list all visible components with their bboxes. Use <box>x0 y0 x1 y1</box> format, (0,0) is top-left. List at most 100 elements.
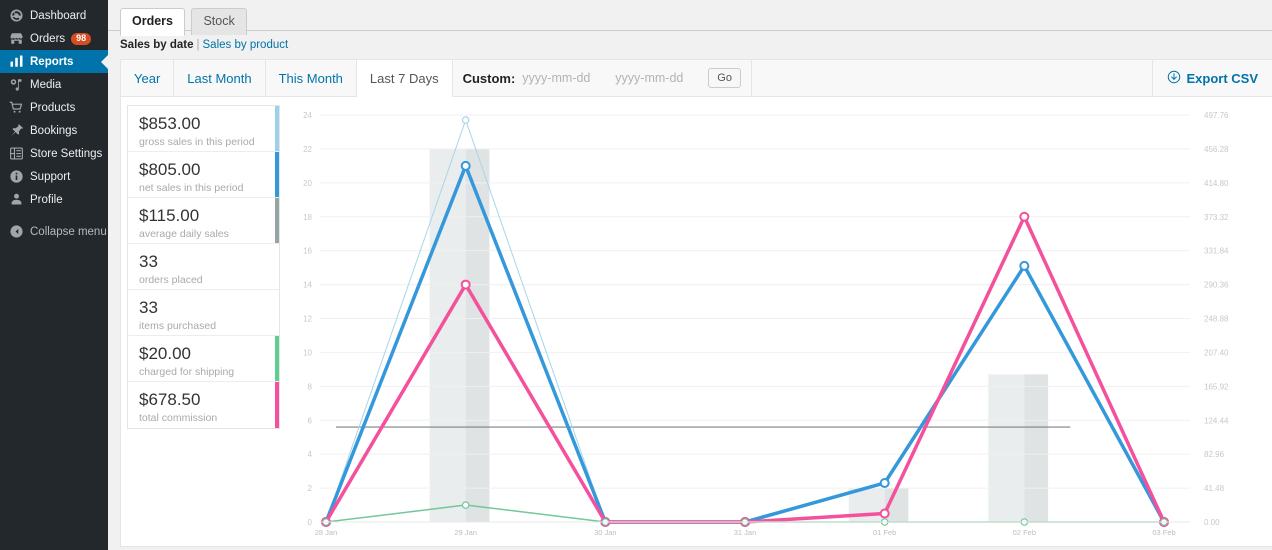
stat-item[interactable]: $20.00 charged for shipping <box>128 336 279 382</box>
sidebar-item-label: Orders <box>30 32 66 45</box>
x-axis-tick: 28 Jan <box>315 528 338 537</box>
chart-data-point <box>461 501 470 509</box>
sidebar-item-collapse-menu[interactable]: Collapse menu <box>0 220 108 243</box>
right-axis-tick: 331.84 <box>1204 247 1229 256</box>
subnav-link-sales-by-product[interactable]: Sales by product <box>203 39 289 51</box>
left-axis-tick: 8 <box>308 382 313 391</box>
chart-data-point <box>879 477 890 488</box>
app-root: Dashboard Orders 98 Reports Media Produc… <box>0 0 1272 550</box>
sales-summary-list: $853.00 gross sales in this period $805.00… <box>127 105 280 429</box>
chart-data-point <box>460 160 471 171</box>
x-axis-tick: 02 Feb <box>1013 528 1036 537</box>
sidebar-item-support[interactable]: Support <box>0 165 108 188</box>
right-axis-tick: 207.40 <box>1204 348 1229 357</box>
x-axis-tick: 29 Jan <box>454 528 477 537</box>
stat-label: gross sales in this period <box>139 135 255 148</box>
chart-bar-items <box>1024 374 1049 522</box>
admin-sidebar: Dashboard Orders 98 Reports Media Produc… <box>0 0 109 550</box>
sidebar-item-label: Support <box>30 170 71 183</box>
sidebar-item-label: Products <box>30 101 76 114</box>
stat-item[interactable]: $853.00 gross sales in this period <box>128 106 279 152</box>
page-tabs: Orders Stock <box>108 0 1272 36</box>
chart-bar-items <box>465 148 490 522</box>
sidebar-item-label: Reports <box>30 55 74 68</box>
tab-stock[interactable]: Stock <box>191 8 247 35</box>
date-filter-bar: Year Last Month This Month Last 7 Days C… <box>121 60 1272 97</box>
x-axis-tick: 03 Feb <box>1152 528 1175 537</box>
report-panel: Year Last Month This Month Last 7 Days C… <box>120 59 1272 547</box>
filter-year[interactable]: Year <box>121 60 175 96</box>
sidebar-item-orders[interactable]: Orders 98 <box>0 27 108 50</box>
custom-from-input[interactable] <box>522 71 609 85</box>
left-axis-tick: 4 <box>308 450 313 459</box>
sales-summary-column: $853.00 gross sales in this period $805.00… <box>121 97 286 546</box>
chart-bar-orders <box>988 374 1025 522</box>
main-content: Orders Stock Sales by date | Sales by prod… <box>108 0 1272 550</box>
filter-last-month[interactable]: Last Month <box>174 60 266 96</box>
stat-item[interactable]: $115.00 average daily sales <box>128 198 279 244</box>
pin-icon <box>8 123 24 139</box>
left-axis-tick: 16 <box>303 247 312 256</box>
stat-value: 33 <box>139 298 158 317</box>
download-circle-icon <box>1167 70 1181 87</box>
panel-body: $853.00 gross sales in this period $805.00… <box>121 97 1272 546</box>
tab-orders[interactable]: Orders <box>120 8 185 36</box>
chart-data-point <box>1019 211 1030 222</box>
chart-svg: 0 0.00 2 41.48 4 82.96 6 124.44 8 165.92 10 207.40 1… <box>303 111 1229 537</box>
stat-value: $853.00 <box>139 114 201 133</box>
stat-color-bar <box>275 336 279 381</box>
right-axis-tick: 456.28 <box>1204 145 1229 154</box>
stat-label: items purchased <box>139 319 217 332</box>
sidebar-item-label: Profile <box>30 193 63 206</box>
info-icon <box>8 169 24 185</box>
chart-data-point <box>461 116 470 124</box>
right-axis-tick: 124.44 <box>1204 416 1229 425</box>
right-axis-tick: 82.96 <box>1204 450 1225 459</box>
stat-item[interactable]: $678.50 total commission <box>128 382 279 428</box>
sidebar-item-dashboard[interactable]: Dashboard <box>0 4 108 27</box>
sidebar-item-profile[interactable]: Profile <box>0 188 108 211</box>
chart-bars-icon <box>8 54 24 70</box>
go-button[interactable]: Go <box>708 68 741 88</box>
media-icon <box>8 77 24 93</box>
chart-data-point <box>879 508 890 519</box>
sidebar-item-reports[interactable]: Reports <box>0 50 109 73</box>
stat-value: $20.00 <box>139 344 191 363</box>
custom-to-input[interactable] <box>615 71 702 85</box>
dashboard-icon <box>8 8 24 24</box>
sidebar-item-products[interactable]: Products <box>0 96 108 119</box>
left-axis-tick: 10 <box>303 348 312 357</box>
stat-label: total commission <box>139 411 218 424</box>
sales-chart-container: 0 0.00 2 41.48 4 82.96 6 124.44 8 165.92 10 207.40 1… <box>286 97 1272 546</box>
sales-chart[interactable]: 0 0.00 2 41.48 4 82.96 6 124.44 8 165.92 10 207.40 1… <box>286 97 1272 546</box>
stat-item[interactable]: 33 orders placed <box>128 244 279 290</box>
stat-color-bar <box>275 382 279 428</box>
sidebar-item-store-settings[interactable]: Store Settings <box>0 142 108 165</box>
right-axis-tick: 41.48 <box>1204 484 1225 493</box>
sidebar-item-media[interactable]: Media <box>0 73 108 96</box>
stat-label: charged for shipping <box>139 365 235 378</box>
filter-last-7-days[interactable]: Last 7 Days <box>356 60 453 97</box>
x-axis-tick: 31 Jan <box>734 528 757 537</box>
custom-range-group: Custom: Go <box>453 60 752 96</box>
left-axis-tick: 20 <box>303 179 312 188</box>
stat-item[interactable]: $805.00 net sales in this period <box>128 152 279 198</box>
sidebar-item-label: Collapse menu <box>30 225 107 238</box>
user-icon <box>8 192 24 208</box>
export-csv-label: Export CSV <box>1186 70 1258 86</box>
stat-color-bar <box>275 290 279 335</box>
left-axis-tick: 6 <box>308 416 313 425</box>
export-csv-button[interactable]: Export CSV <box>1153 60 1272 96</box>
sidebar-item-bookings[interactable]: Bookings <box>0 119 108 142</box>
left-axis-tick: 22 <box>303 145 312 154</box>
stat-value: 33 <box>139 252 158 271</box>
stat-color-bar <box>275 244 279 289</box>
filter-this-month[interactable]: This Month <box>266 60 357 96</box>
sidebar-item-label: Bookings <box>30 124 78 137</box>
custom-label: Custom: <box>462 70 516 86</box>
orders-badge: 98 <box>71 32 92 45</box>
stat-item[interactable]: 33 items purchased <box>128 290 279 336</box>
stat-label: orders placed <box>139 273 203 286</box>
sidebar-item-label: Media <box>30 78 62 91</box>
